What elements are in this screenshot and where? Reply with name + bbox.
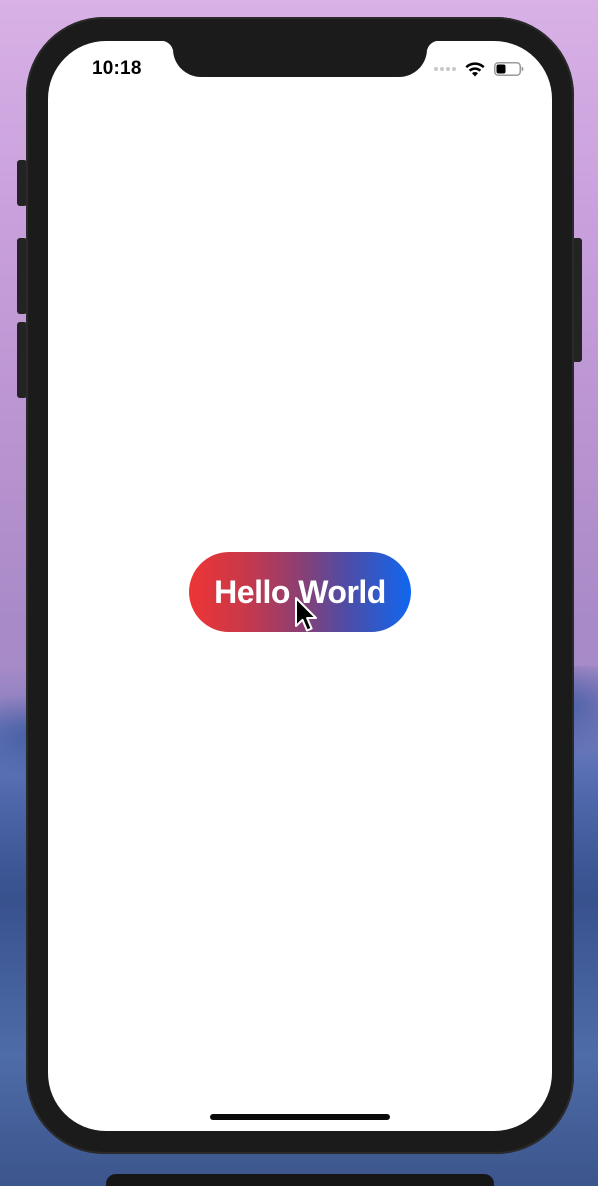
notch: [161, 41, 439, 77]
next-device-frame-edge: [106, 1174, 494, 1186]
home-indicator[interactable]: [210, 1114, 390, 1120]
battery-icon: [494, 62, 524, 76]
mouse-pointer-icon: [295, 597, 317, 632]
signal-dots-icon: [434, 67, 456, 71]
wifi-icon: [465, 62, 485, 77]
device-screen: 10:18 Hello World: [48, 41, 552, 1131]
status-time: 10:18: [92, 58, 142, 79]
status-indicators: [434, 59, 524, 79]
